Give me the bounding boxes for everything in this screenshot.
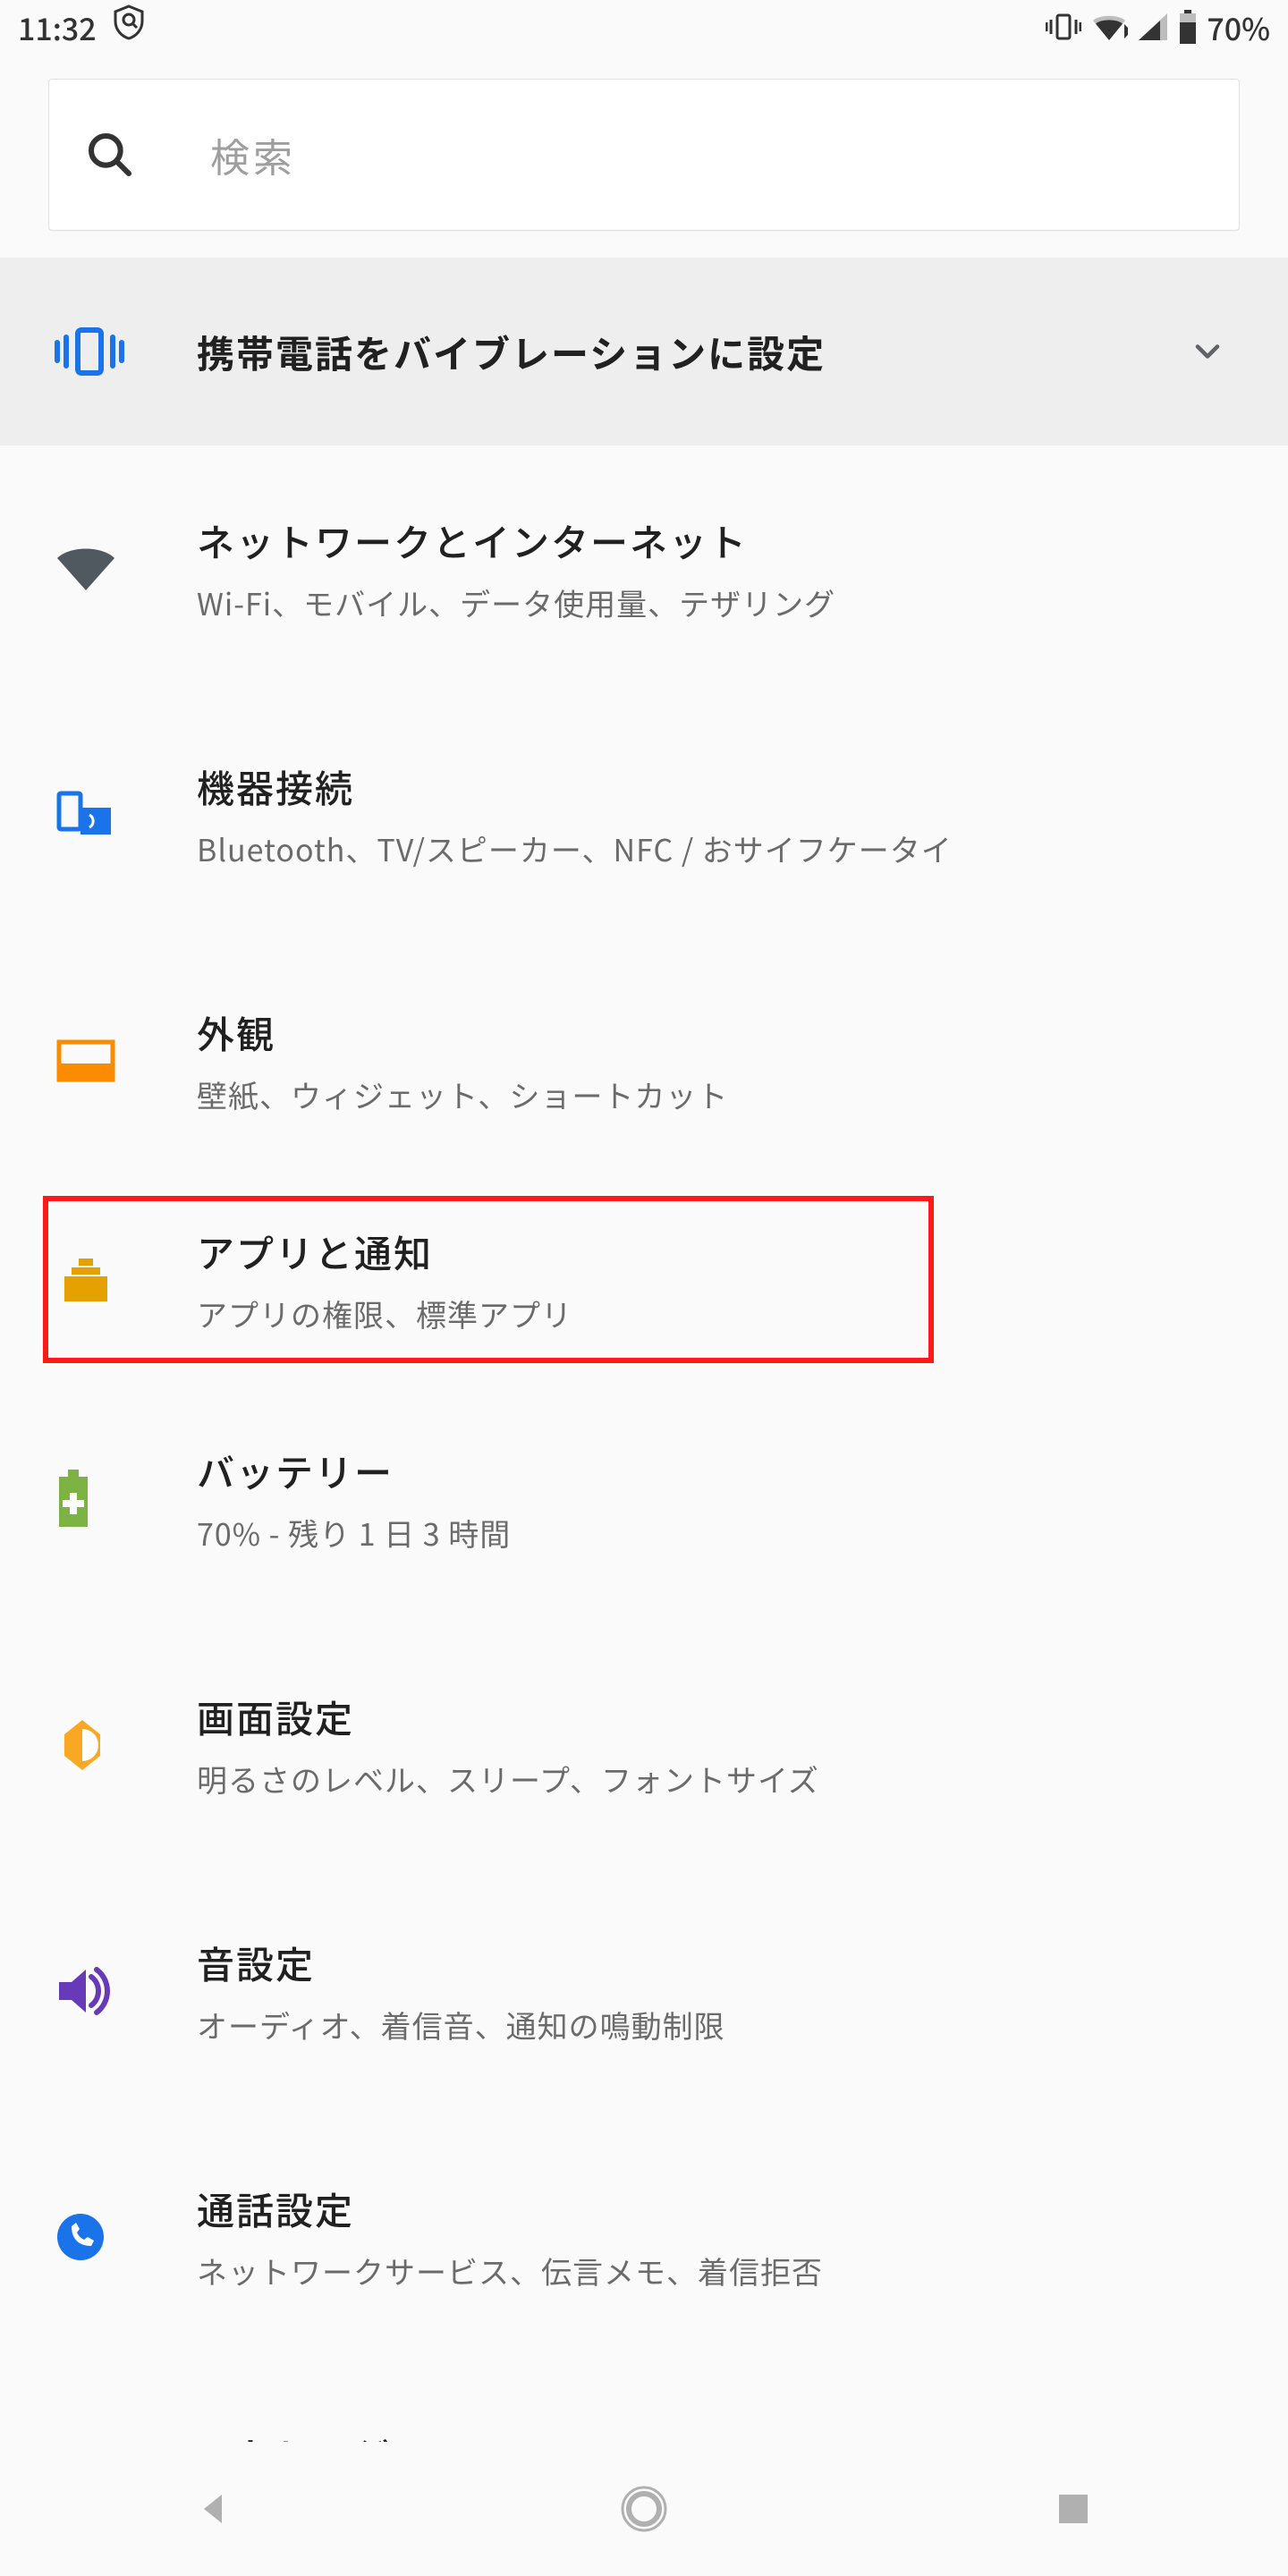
row-title: 外観 [197,1005,1234,1060]
connected-devices-icon [54,788,197,842]
row-apps[interactable]: アプリと通知 アプリの権限、標準アプリ [0,1183,1288,1376]
appearance-icon [54,1037,197,1085]
row-sub: Wi-Fi、モバイル、データ使用量、テザリング [197,580,1234,624]
row-call[interactable]: 通話設定 ネットワークサービス、伝言メモ、着信拒否 [0,2114,1288,2360]
battery-status-icon [1178,10,1198,44]
row-title: アプリと通知 [197,1224,1234,1279]
cell-signal-icon [1137,12,1169,42]
row-title: 画面設定 [197,1690,1234,1744]
vibrate-banner-label: 携帯電話をバイブレーションに設定 [197,325,1181,379]
row-title: 機器接続 [197,759,1234,814]
row-title: 音設定 [197,1936,1234,1990]
settings-list: ネットワークとインターネット Wi-Fi、モバイル、データ使用量、テザリング 機… [0,445,1288,2512]
search-wrap: 検索 [0,54,1288,258]
nav-home[interactable] [613,2478,675,2540]
row-sound[interactable]: 音設定 オーディオ、着信音、通知の鳴動制限 [0,1868,1288,2114]
battery-icon [54,1468,197,1530]
row-sub: Bluetooth、TV/スピーカー、NFC / おサイフケータイ [197,826,1234,870]
row-title: ネットワークとインターネット [197,513,1234,568]
row-devices[interactable]: 機器接続 Bluetooth、TV/スピーカー、NFC / おサイフケータイ [0,691,1288,937]
row-battery[interactable]: バッテリー 70% - 残り 1 日 3 時間 [0,1376,1288,1622]
nav-recent[interactable] [1042,2478,1105,2540]
row-sub: 壁紙、ウィジェット、ショートカット [197,1072,1234,1116]
search-icon [85,130,174,180]
row-sub: オーディオ、着信音、通知の鳴動制限 [197,2003,1234,2046]
search-box[interactable]: 検索 [48,79,1240,231]
vibrate-status-icon [1046,12,1081,42]
row-network[interactable]: ネットワークとインターネット Wi-Fi、モバイル、データ使用量、テザリング [0,445,1288,691]
row-sub: アプリの権限、標準アプリ [197,1292,1234,1335]
chevron-down-icon[interactable] [1181,332,1234,371]
nav-bar [0,2442,1288,2576]
status-time: 11:32 [18,5,97,49]
row-sub: 明るさのレベル、スリープ、フォントサイズ [197,1757,1234,1801]
row-sub: 70% - 残り 1 日 3 時間 [197,1511,1234,1555]
row-title: 通話設定 [197,2182,1234,2236]
wifi-status-icon [1090,12,1128,42]
battery-pct: 70% [1207,5,1270,49]
apps-icon [54,1253,197,1307]
status-right: 70% [1046,5,1270,49]
vibrate-banner[interactable]: 携帯電話をバイブレーションに設定 [0,258,1288,445]
search-placeholder: 検索 [210,126,296,183]
row-display[interactable]: 画面設定 明るさのレベル、スリープ、フォントサイズ [0,1622,1288,1868]
status-left: 11:32 [18,4,145,49]
status-bar: 11:32 [0,0,1288,54]
row-sub: ネットワークサービス、伝言メモ、着信拒否 [197,2249,1234,2292]
nav-back[interactable] [183,2478,246,2540]
row-appearance[interactable]: 外観 壁紙、ウィジェット、ショートカット [0,937,1288,1183]
vibrate-icon [54,323,197,380]
row-title: バッテリー [197,1444,1234,1498]
sound-icon [54,1964,197,2018]
brightness-icon [54,1716,197,1774]
wifi-icon [54,542,197,596]
shield-icon [113,4,145,49]
phone-icon [54,2210,197,2264]
